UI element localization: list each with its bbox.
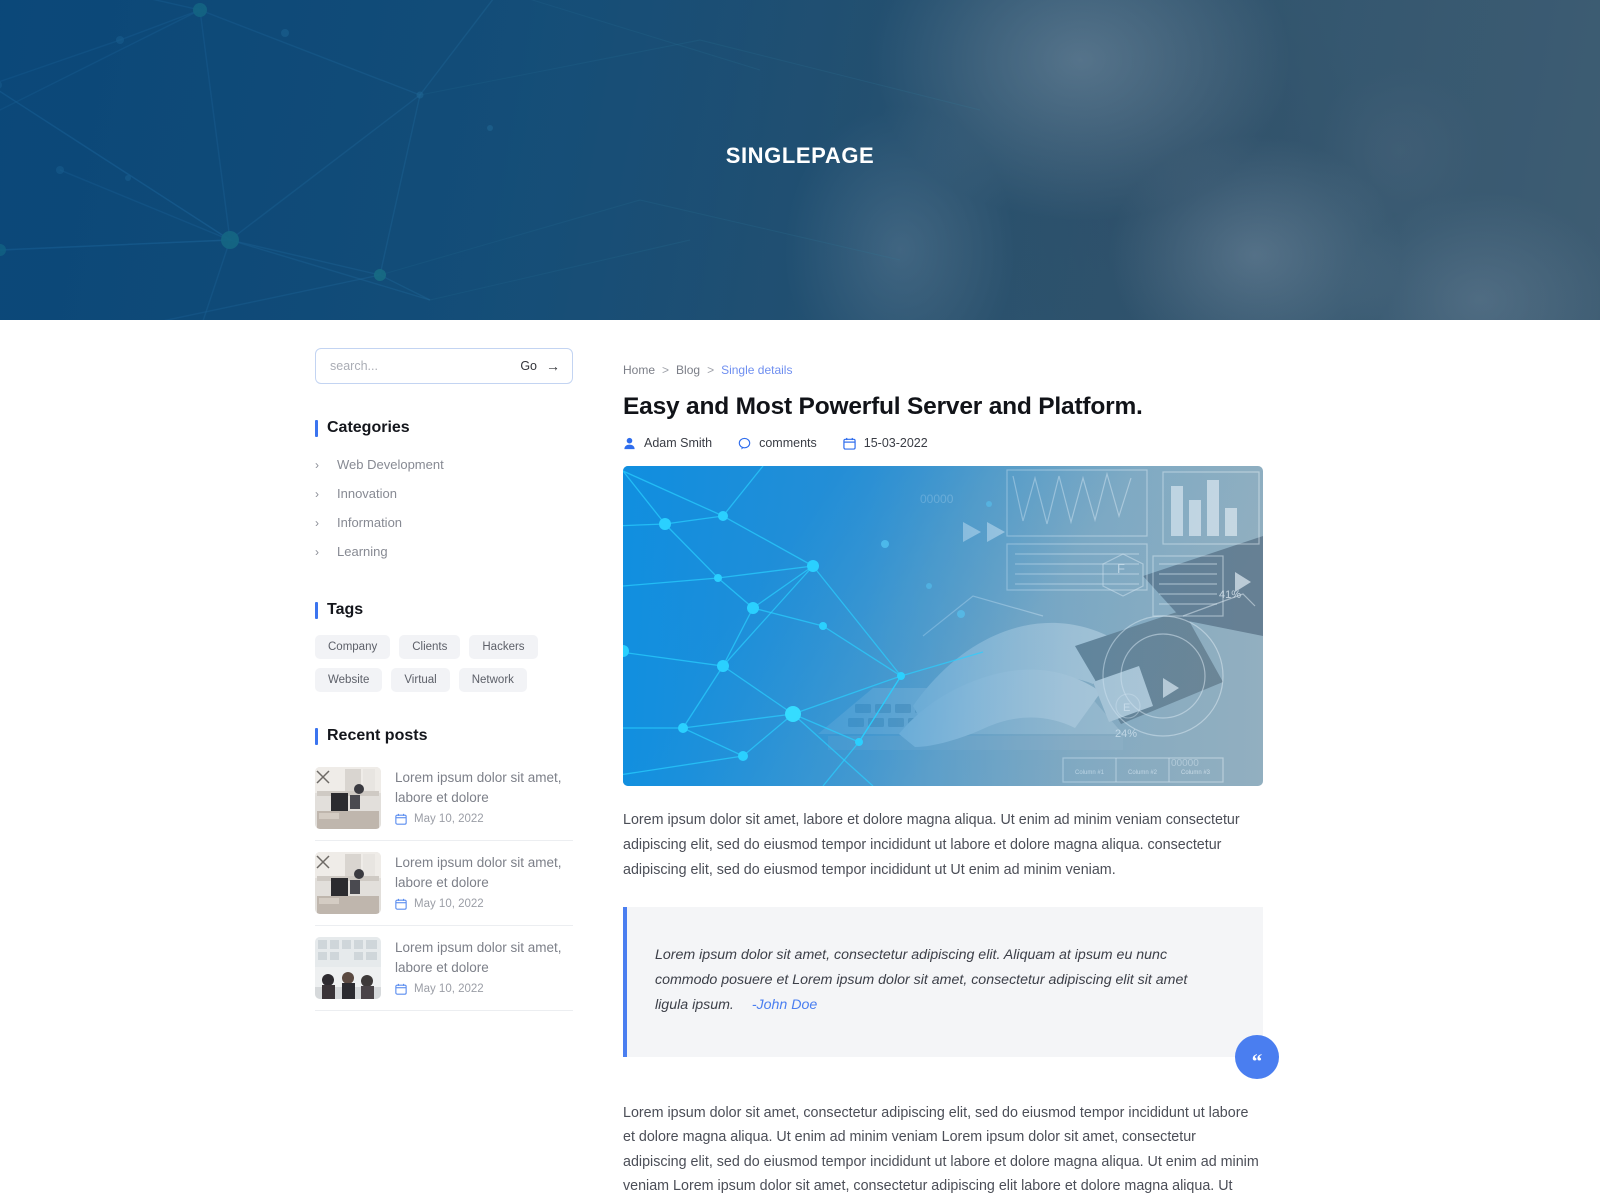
recent-post-body: Lorem ipsum dolor sit amet, labore et do…: [395, 852, 573, 910]
breadcrumb-separator: >: [707, 363, 715, 377]
main-content: Home > Blog > Single details Easy and Mo…: [623, 348, 1279, 1197]
search-box[interactable]: Go →: [315, 348, 573, 384]
chevron-right-icon: ›: [315, 515, 319, 530]
blockquote-author: -John Doe: [751, 997, 818, 1014]
recent-post-date-label: May 10, 2022: [414, 813, 484, 826]
accent-bar: [315, 601, 318, 619]
accent-bar: [315, 727, 318, 745]
quote-icon: “: [1235, 1034, 1279, 1079]
tags-heading: Tags: [315, 601, 573, 619]
tag-website[interactable]: Website: [315, 668, 383, 692]
chevron-right-icon: ›: [315, 486, 319, 501]
sidebar: Go → Categories › Web Development › Inno…: [315, 348, 573, 1011]
calendar-icon: [395, 983, 407, 995]
recent-posts-list: Lorem ipsum dolor sit amet, labore et do…: [315, 756, 573, 1011]
recent-post-body: Lorem ipsum dolor sit amet, labore et do…: [395, 937, 573, 995]
recent-posts-heading: Recent posts: [315, 727, 573, 745]
breadcrumb-current: Single details: [721, 363, 793, 377]
categories-heading-label: Categories: [327, 419, 410, 436]
category-label: Web Development: [337, 457, 444, 472]
chevron-right-icon: ›: [315, 457, 319, 472]
breadcrumb-separator: >: [662, 363, 670, 377]
post-author: Adam Smith: [623, 436, 712, 450]
search-go-button[interactable]: Go →: [520, 358, 560, 374]
tag-hackers[interactable]: Hackers: [469, 635, 538, 659]
breadcrumb: Home > Blog > Single details: [623, 363, 1263, 377]
search-go-label: Go: [520, 359, 537, 373]
tags-heading-label: Tags: [327, 601, 364, 618]
recent-posts-heading-label: Recent posts: [327, 727, 428, 744]
tag-virtual[interactable]: Virtual: [391, 668, 450, 692]
calendar-icon: [395, 898, 407, 910]
content-container: Go → Categories › Web Development › Inno…: [315, 320, 1285, 1197]
comment-icon: [738, 437, 751, 450]
category-label: Innovation: [337, 486, 397, 501]
recent-post-body: Lorem ipsum dolor sit amet, labore et do…: [395, 767, 573, 825]
post-paragraph-2: Lorem ipsum dolor sit amet, consectetur …: [623, 1104, 1259, 1195]
search-input[interactable]: [330, 359, 521, 373]
tag-company[interactable]: Company: [315, 635, 391, 659]
list-item[interactable]: Lorem ipsum dolor sit amet, labore et do…: [315, 926, 573, 1011]
sidebar-item-web-development[interactable]: › Web Development: [315, 450, 573, 479]
arrow-right-icon: →: [546, 358, 560, 374]
chevron-right-icon: ›: [315, 544, 319, 559]
list-item[interactable]: Lorem ipsum dolor sit amet, labore et do…: [315, 756, 573, 841]
tags-list: Company Clients Hackers Website Virtual …: [315, 635, 555, 692]
recent-post-thumbnail: [315, 767, 381, 829]
accent-bar: [315, 419, 318, 437]
post-meta: Adam Smith comments 15-03-2022: [623, 436, 1263, 450]
post-date: 15-03-2022: [843, 436, 928, 450]
list-item[interactable]: Lorem ipsum dolor sit amet, labore et do…: [315, 841, 573, 926]
post-date-label: 15-03-2022: [863, 436, 928, 451]
recent-post-title: Lorem ipsum dolor sit amet, labore et do…: [395, 940, 562, 975]
category-label: Information: [337, 515, 403, 530]
sidebar-item-innovation[interactable]: › Innovation: [315, 479, 573, 508]
recent-post-date: May 10, 2022: [395, 898, 573, 910]
breadcrumb-home[interactable]: Home: [623, 363, 655, 377]
post-comments[interactable]: comments: [738, 436, 817, 450]
post-title: Easy and Most Powerful Server and Platfo…: [623, 393, 1143, 420]
sidebar-item-learning[interactable]: › Learning: [315, 537, 573, 566]
categories-list: › Web Development › Innovation › Informa…: [315, 450, 573, 566]
categories-heading: Categories: [315, 419, 573, 437]
breadcrumb-blog[interactable]: Blog: [676, 363, 700, 377]
page-title: SINGLEPAGE: [725, 143, 875, 168]
recent-post-title: Lorem ipsum dolor sit amet, labore et do…: [395, 855, 562, 890]
recent-post-date: May 10, 2022: [395, 983, 573, 995]
calendar-icon: [395, 813, 407, 825]
recent-post-thumbnail: [315, 852, 381, 914]
post-author-label: Adam Smith: [644, 436, 713, 451]
calendar-icon: [843, 437, 856, 450]
post-hero-image: F 41% 24% Column #1 Column #2 Column #3 …: [623, 466, 1263, 787]
quote-glyph: “: [1251, 1049, 1263, 1073]
page-content: Go → Categories › Web Development › Inno…: [0, 320, 1600, 1197]
category-label: Learning: [337, 544, 388, 559]
recent-post-thumbnail: [315, 937, 381, 999]
blockquote-text: Lorem ipsum dolor sit amet, consectetur …: [655, 943, 1223, 1018]
recent-post-date: May 10, 2022: [395, 813, 573, 825]
post-paragraph-1: Lorem ipsum dolor sit amet, labore et do…: [623, 812, 1240, 878]
sidebar-item-information[interactable]: › Information: [315, 508, 573, 537]
page-banner: SINGLEPAGE: [0, 0, 1600, 320]
blockquote-body: Lorem ipsum dolor sit amet, consectetur …: [655, 947, 1188, 1014]
tag-clients[interactable]: Clients: [399, 635, 461, 659]
tag-network[interactable]: Network: [458, 668, 527, 692]
recent-post-date-label: May 10, 2022: [414, 898, 484, 911]
recent-post-title: Lorem ipsum dolor sit amet, labore et do…: [395, 770, 562, 805]
recent-post-date-label: May 10, 2022: [414, 983, 484, 996]
post-comments-label: comments: [759, 436, 817, 451]
user-icon: [624, 437, 635, 449]
blockquote: Lorem ipsum dolor sit amet, consectetur …: [623, 907, 1279, 1079]
